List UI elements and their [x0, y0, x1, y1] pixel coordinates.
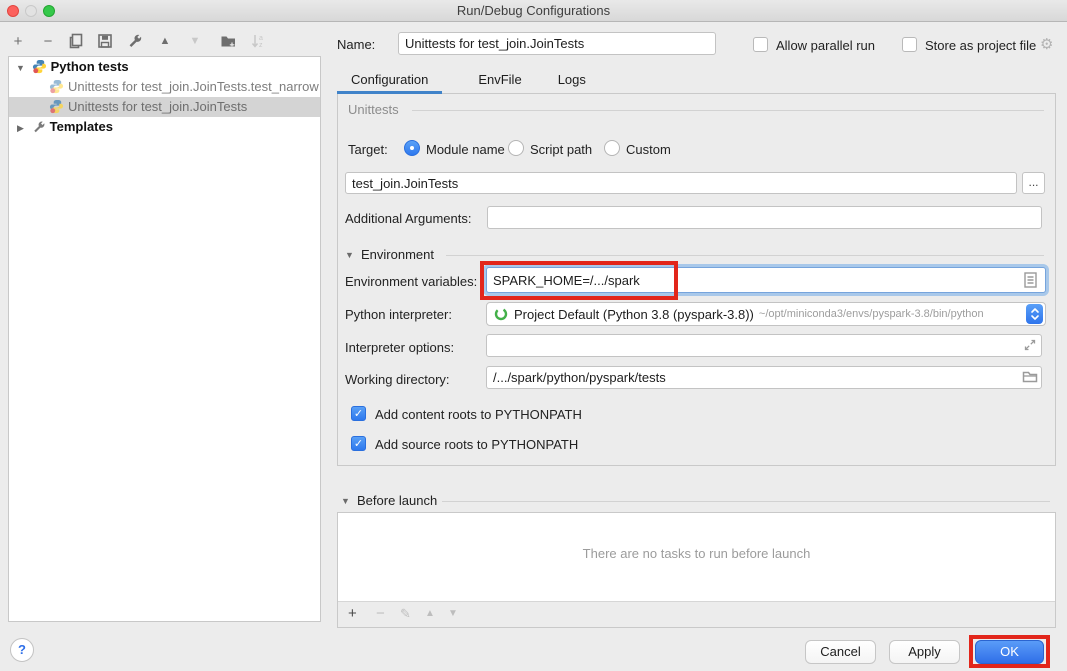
tab-bar: Configuration EnvFile Logs	[337, 66, 1056, 94]
move-down-icon[interactable]: ▼	[185, 31, 205, 51]
interpreter-options-input[interactable]	[486, 334, 1042, 357]
cancel-button[interactable]: Cancel	[805, 640, 876, 664]
target-script-path-radio[interactable]	[508, 140, 524, 156]
environment-variables-browse-icon[interactable]	[1024, 272, 1037, 288]
additional-arguments-input[interactable]	[487, 206, 1042, 229]
before-launch-empty-message: There are no tasks to run before launch	[338, 546, 1055, 561]
svg-text:a: a	[259, 35, 263, 42]
target-module-name-label: Module name	[426, 142, 505, 157]
section-divider	[412, 110, 1044, 111]
expand-field-icon[interactable]	[1024, 339, 1036, 351]
before-launch-collapse-icon[interactable]: ▼	[341, 496, 350, 506]
run-debug-configurations-dialog: Run/Debug Configurations + − ▲ ▼ az ▼ Py…	[0, 0, 1067, 671]
tree-item-templates[interactable]: ▶ Templates	[9, 117, 320, 137]
working-directory-label: Working directory:	[345, 372, 450, 387]
python-interpreter-path: ~/opt/miniconda3/envs/pyspark-3.8/bin/py…	[759, 308, 1026, 320]
target-module-name-radio[interactable]	[404, 140, 420, 156]
apply-button[interactable]: Apply	[889, 640, 960, 664]
sort-icon: az	[248, 31, 268, 51]
name-input[interactable]	[398, 32, 716, 55]
browse-folder-icon[interactable]	[1022, 370, 1038, 384]
save-icon[interactable]	[95, 31, 115, 51]
edit-templates-icon[interactable]	[125, 31, 145, 51]
before-launch-section-title: Before launch	[357, 493, 437, 508]
dropdown-chevrons-icon	[1026, 304, 1043, 324]
python-test-icon	[49, 99, 64, 117]
allow-parallel-run-label: Allow parallel run	[776, 38, 875, 53]
add-icon[interactable]: +	[8, 31, 28, 51]
tree-item-label: Unittests for test_join.JoinTests.test_n…	[68, 79, 319, 94]
remove-icon[interactable]: −	[38, 31, 58, 51]
window-title: Run/Debug Configurations	[0, 3, 1067, 18]
add-task-icon[interactable]: +	[348, 605, 357, 622]
interpreter-options-label: Interpreter options:	[345, 340, 454, 355]
section-divider	[446, 255, 1044, 256]
add-content-roots-label: Add content roots to PYTHONPATH	[375, 407, 582, 422]
python-tests-icon	[32, 59, 47, 77]
tree-item-label: Templates	[50, 119, 113, 134]
ok-button[interactable]: OK	[975, 640, 1044, 664]
tree-item-jointests[interactable]: Unittests for test_join.JoinTests	[9, 97, 320, 117]
configurations-tree: ▼ Python tests Unittests for test_join.J…	[8, 56, 321, 622]
tree-item-python-tests[interactable]: ▼ Python tests	[9, 57, 320, 77]
edit-task-icon: ✎	[400, 606, 411, 622]
titlebar: Run/Debug Configurations	[0, 0, 1067, 22]
before-launch-toolbar: + − ✎ ▲ ▼	[338, 601, 1055, 627]
conda-env-icon	[494, 307, 508, 321]
move-up-icon[interactable]: ▲	[155, 31, 175, 51]
store-options-gear-icon: ⚙	[1040, 35, 1053, 53]
target-custom-radio[interactable]	[604, 140, 620, 156]
working-directory-input[interactable]	[486, 366, 1042, 389]
target-custom-label: Custom	[626, 142, 671, 157]
environment-section-title: Environment	[361, 247, 434, 262]
allow-parallel-run-checkbox[interactable]	[753, 37, 768, 52]
name-label: Name:	[337, 37, 375, 52]
svg-text:z: z	[259, 42, 263, 49]
tab-envfile[interactable]: EnvFile	[464, 66, 535, 94]
copy-icon[interactable]	[66, 31, 86, 51]
templates-wrench-icon	[32, 120, 46, 137]
move-task-up-icon: ▲	[425, 608, 435, 619]
collapsed-arrow-icon[interactable]: ▶	[15, 118, 26, 137]
python-interpreter-dropdown[interactable]: Project Default (Python 3.8 (pyspark-3.8…	[486, 302, 1046, 326]
tab-logs[interactable]: Logs	[544, 66, 600, 94]
before-launch-task-list: There are no tasks to run before launch …	[337, 512, 1056, 628]
add-source-roots-label: Add source roots to PYTHONPATH	[375, 437, 578, 452]
section-divider	[442, 501, 1050, 502]
environment-variables-label: Environment variables:	[345, 274, 477, 289]
environment-variables-input[interactable]	[486, 267, 1046, 293]
environment-collapse-icon[interactable]: ▼	[345, 250, 354, 260]
store-as-project-file-label: Store as project file	[925, 38, 1036, 53]
tab-configuration[interactable]: Configuration	[337, 66, 442, 94]
expanded-arrow-icon[interactable]: ▼	[15, 58, 26, 77]
python-interpreter-label: Python interpreter:	[345, 307, 452, 322]
store-as-project-file-checkbox[interactable]	[902, 37, 917, 52]
new-folder-icon[interactable]	[218, 31, 238, 51]
move-task-down-icon: ▼	[448, 608, 458, 619]
unittests-section-title: Unittests	[348, 102, 399, 117]
help-button[interactable]: ?	[10, 638, 34, 662]
python-test-icon	[49, 79, 64, 97]
python-interpreter-value: Project Default (Python 3.8 (pyspark-3.8…	[514, 307, 754, 322]
tree-item-test-narrow[interactable]: Unittests for test_join.JoinTests.test_n…	[9, 77, 320, 97]
tree-item-label: Unittests for test_join.JoinTests	[68, 99, 247, 114]
remove-task-icon: −	[376, 605, 385, 622]
add-content-roots-checkbox[interactable]: ✓	[351, 406, 366, 421]
target-script-path-label: Script path	[530, 142, 592, 157]
additional-arguments-label: Additional Arguments:	[345, 211, 471, 226]
tree-item-label: Python tests	[51, 59, 129, 74]
module-name-input[interactable]	[345, 172, 1017, 194]
add-source-roots-checkbox[interactable]: ✓	[351, 436, 366, 451]
browse-module-button[interactable]: ...	[1022, 172, 1045, 194]
target-label: Target:	[348, 142, 388, 157]
